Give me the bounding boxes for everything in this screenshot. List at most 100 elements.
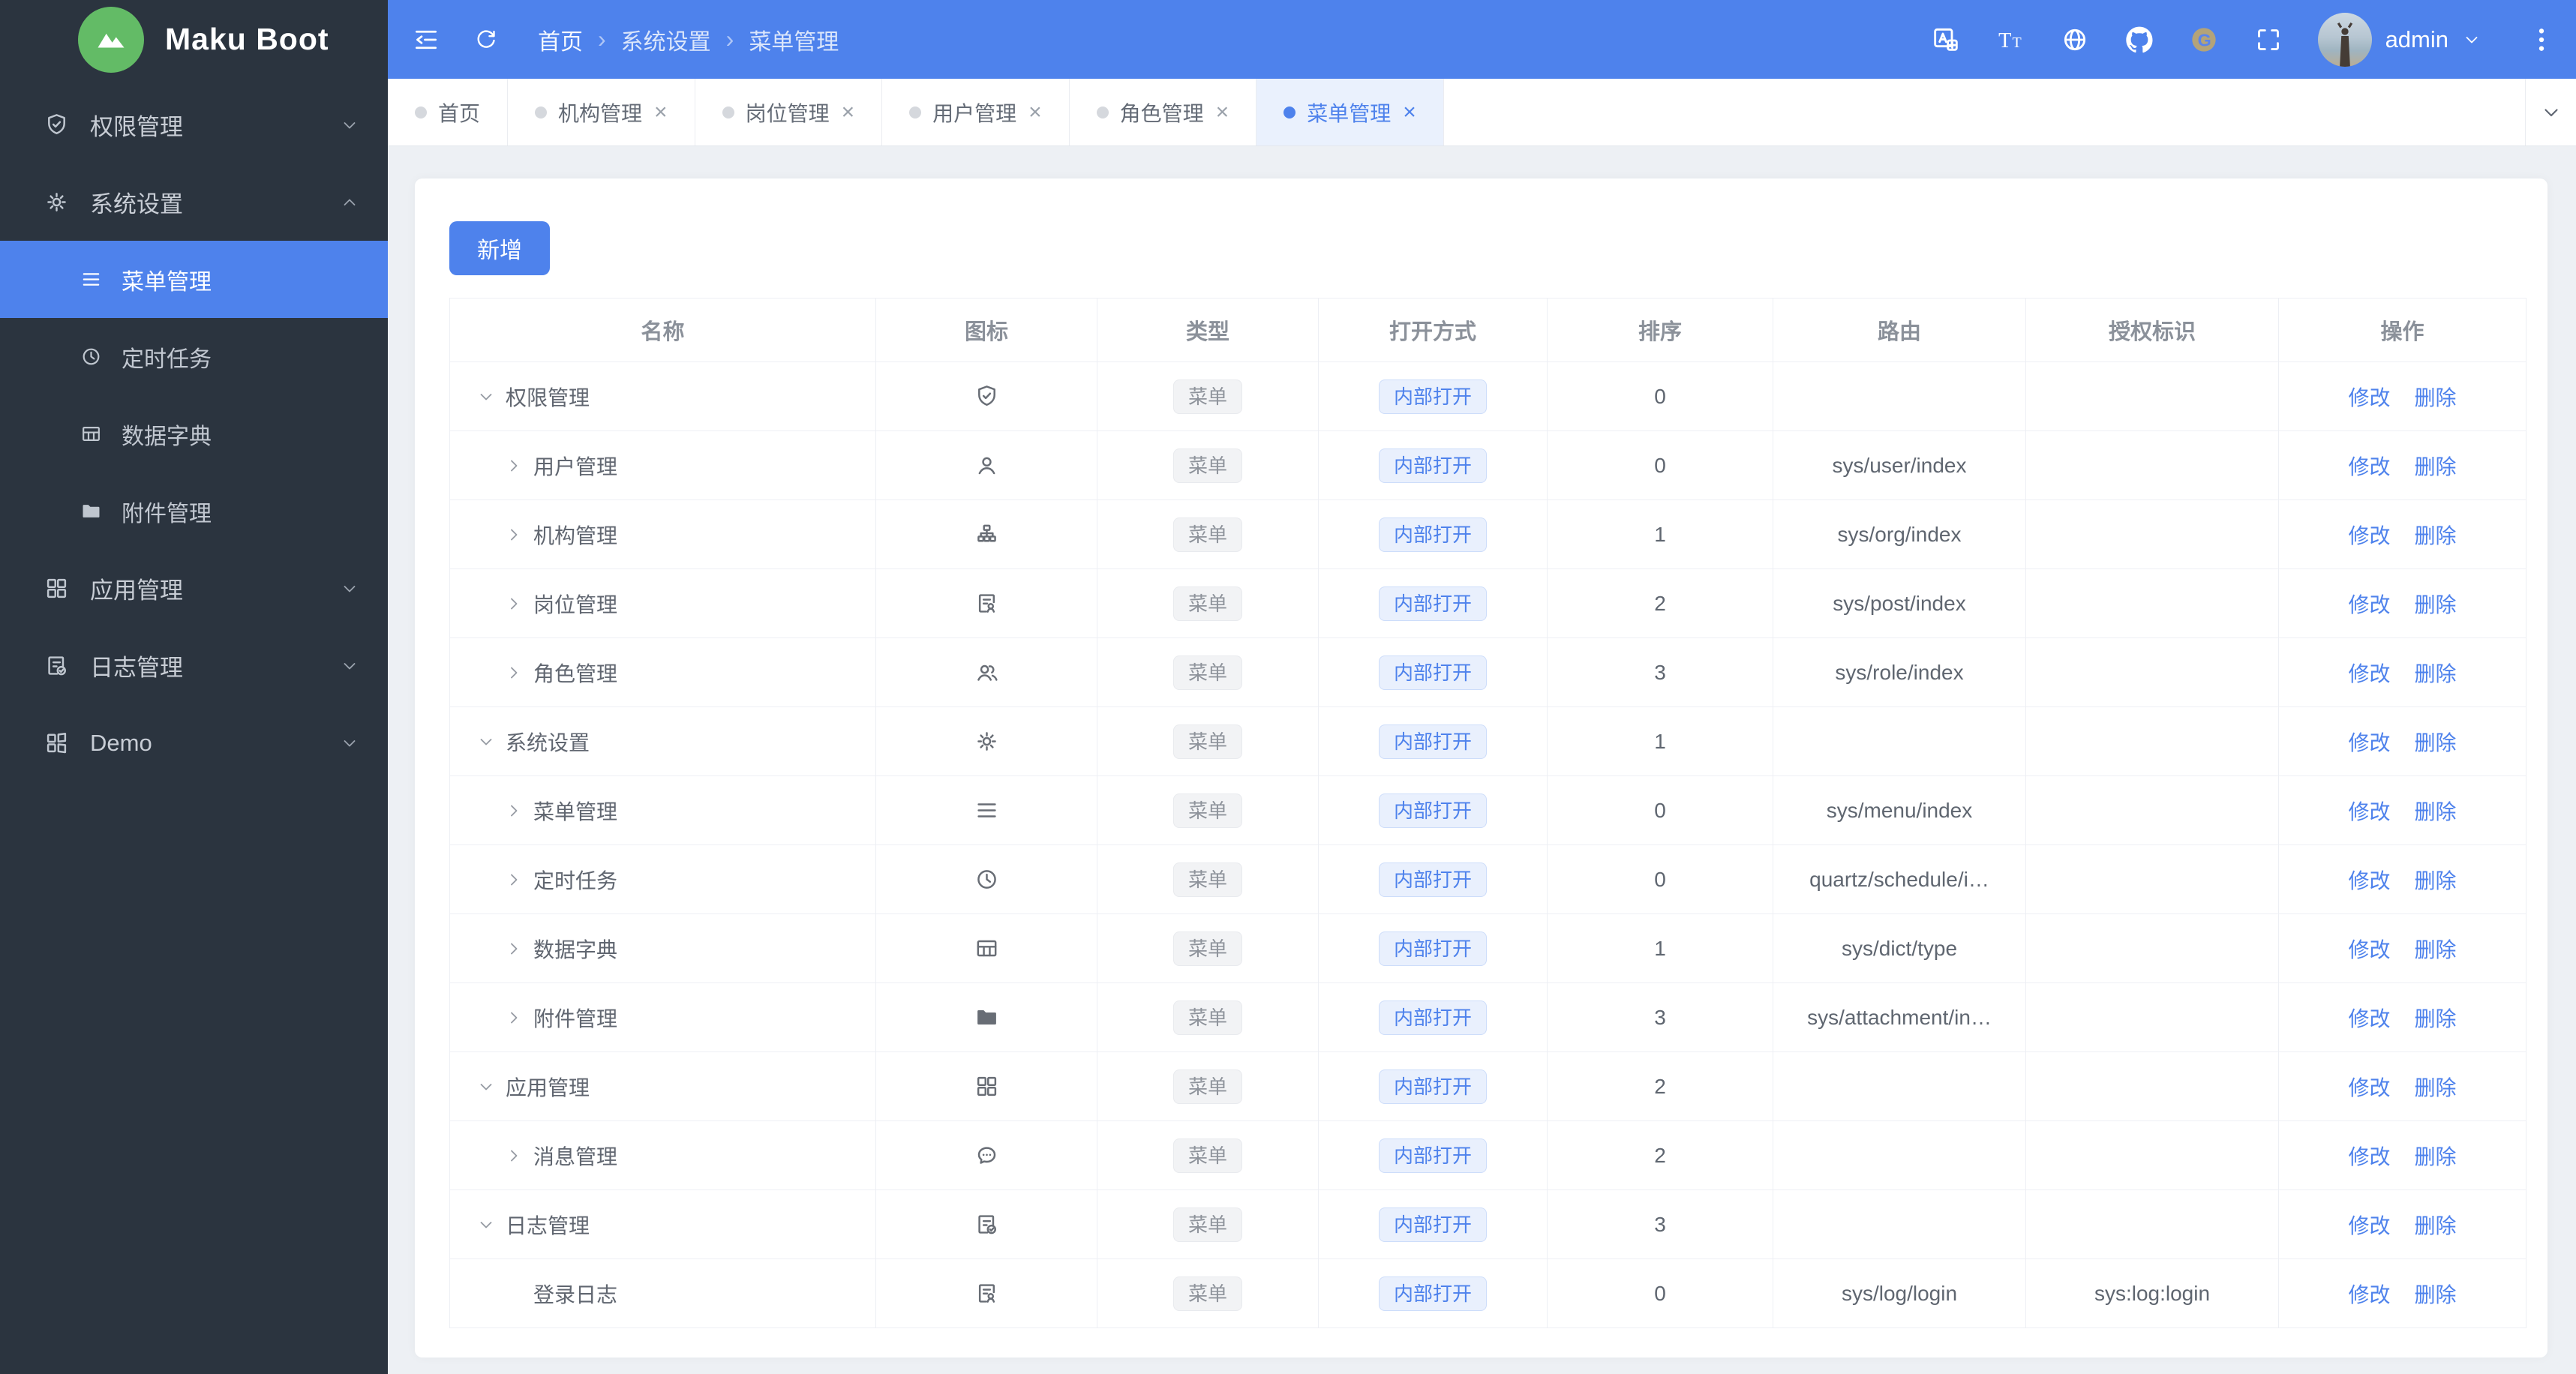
tab-close-icon[interactable]: × xyxy=(842,100,855,124)
shield-check-icon xyxy=(44,112,70,138)
tab-3[interactable]: 用户管理 × xyxy=(882,79,1070,146)
gitee-icon[interactable] xyxy=(2189,25,2219,55)
menu-name: 日志管理 xyxy=(506,1214,590,1238)
name-cell-content: 权限管理 xyxy=(450,382,875,412)
sidebar-item-5[interactable]: 附件管理 xyxy=(0,472,388,550)
chevron-right-icon[interactable] xyxy=(504,1146,524,1166)
sort-cell: 0 xyxy=(1547,844,1773,914)
name-cell: 系统设置 xyxy=(449,706,876,776)
edit-link[interactable]: 修改 xyxy=(2348,1003,2390,1033)
name-cell-content: 登录日志 xyxy=(450,1279,875,1309)
icon-cell xyxy=(875,638,1097,707)
tabs-dropdown-button[interactable] xyxy=(2525,79,2576,146)
chevron-right-icon[interactable] xyxy=(504,801,524,820)
chevron-right-icon[interactable] xyxy=(504,1008,524,1028)
translate-icon[interactable] xyxy=(1931,25,1961,55)
sidebar-item-label: 定时任务 xyxy=(122,346,212,372)
table-row: 角色管理 菜单 内部打开 3 sys/role/index 修改 删除 xyxy=(449,638,2526,707)
sidebar-item-1[interactable]: 系统设置 xyxy=(0,164,388,241)
edit-link[interactable]: 修改 xyxy=(2348,382,2390,412)
tab-4[interactable]: 角色管理 × xyxy=(1070,79,1257,146)
delete-link[interactable]: 删除 xyxy=(2415,382,2457,412)
chevron-right-icon[interactable] xyxy=(504,870,524,890)
fullscreen-icon[interactable] xyxy=(2253,25,2283,55)
tab-close-icon[interactable]: × xyxy=(1403,100,1416,124)
delete-link[interactable]: 删除 xyxy=(2415,451,2457,481)
globe-icon[interactable] xyxy=(2060,25,2090,55)
sidebar-item-2[interactable]: 菜单管理 xyxy=(0,241,388,318)
edit-link[interactable]: 修改 xyxy=(2348,727,2390,757)
name-cell-content: 机构管理 xyxy=(450,520,875,550)
delete-link[interactable]: 删除 xyxy=(2415,934,2457,964)
edit-link[interactable]: 修改 xyxy=(2348,589,2390,619)
edit-link[interactable]: 修改 xyxy=(2348,1210,2390,1240)
sidebar-item-3[interactable]: 定时任务 xyxy=(0,318,388,395)
sidebar-item-4[interactable]: 数据字典 xyxy=(0,395,388,472)
chevron-down-icon[interactable] xyxy=(476,1215,496,1234)
actions-cell: 修改 删除 xyxy=(2278,706,2526,776)
row-actions: 修改 删除 xyxy=(2348,1003,2456,1033)
chevron-down-icon[interactable] xyxy=(476,387,496,406)
delete-link[interactable]: 删除 xyxy=(2415,865,2457,895)
tab-close-icon[interactable]: × xyxy=(654,100,668,124)
sort-cell: 1 xyxy=(1547,914,1773,983)
delete-link[interactable]: 删除 xyxy=(2415,1003,2457,1033)
delete-link[interactable]: 删除 xyxy=(2415,796,2457,826)
sidebar-item-8[interactable]: Demo xyxy=(0,704,388,782)
tab-0[interactable]: 首页 xyxy=(388,79,509,146)
sort-value: 0 xyxy=(1654,798,1666,822)
route-cell xyxy=(1773,1052,2026,1121)
auth-cell xyxy=(2025,706,2279,776)
tab-close-icon[interactable]: × xyxy=(1216,100,1229,124)
delete-link[interactable]: 删除 xyxy=(2415,1072,2457,1102)
more-options-button[interactable] xyxy=(2526,25,2556,55)
delete-link[interactable]: 删除 xyxy=(2415,520,2457,550)
chevron-right-icon[interactable] xyxy=(504,939,524,958)
refresh-button[interactable] xyxy=(473,27,499,52)
name-cell: 附件管理 xyxy=(449,982,876,1052)
delete-link[interactable]: 删除 xyxy=(2415,1210,2457,1240)
delete-link[interactable]: 删除 xyxy=(2415,1279,2457,1309)
sort-value: 0 xyxy=(1654,453,1666,477)
font-size-icon[interactable] xyxy=(1995,25,2025,55)
sort-value: 0 xyxy=(1654,867,1666,891)
sidebar-item-7[interactable]: 日志管理 xyxy=(0,627,388,704)
tab-2[interactable]: 岗位管理 × xyxy=(695,79,883,146)
name-cell: 登录日志 xyxy=(449,1258,876,1328)
document-check-icon xyxy=(44,652,70,679)
tab-5[interactable]: 菜单管理 × xyxy=(1256,79,1444,146)
route-value: quartz/schedule/i… xyxy=(1809,867,1989,891)
sidebar-item-0[interactable]: 权限管理 xyxy=(0,86,388,164)
edit-link[interactable]: 修改 xyxy=(2348,1279,2390,1309)
edit-link[interactable]: 修改 xyxy=(2348,1141,2390,1171)
delete-link[interactable]: 删除 xyxy=(2415,589,2457,619)
delete-link[interactable]: 删除 xyxy=(2415,727,2457,757)
edit-link[interactable]: 修改 xyxy=(2348,865,2390,895)
sidebar-item-label: 日志管理 xyxy=(90,655,183,681)
auth-cell: sys:log:login xyxy=(2025,1258,2279,1328)
auth-value: sys:log:login xyxy=(2094,1281,2211,1305)
delete-link[interactable]: 删除 xyxy=(2415,1141,2457,1171)
chevron-down-icon[interactable] xyxy=(476,732,496,752)
tab-1[interactable]: 机构管理 × xyxy=(508,79,695,146)
edit-link[interactable]: 修改 xyxy=(2348,934,2390,964)
sidebar-item-6[interactable]: 应用管理 xyxy=(0,550,388,627)
collapse-sidebar-button[interactable] xyxy=(412,26,440,54)
user-menu[interactable]: admin xyxy=(2317,12,2481,67)
delete-link[interactable]: 删除 xyxy=(2415,658,2457,688)
edit-link[interactable]: 修改 xyxy=(2348,451,2390,481)
edit-link[interactable]: 修改 xyxy=(2348,520,2390,550)
breadcrumb-home[interactable]: 首页 xyxy=(538,23,583,56)
edit-link[interactable]: 修改 xyxy=(2348,796,2390,826)
chevron-right-icon[interactable] xyxy=(504,525,524,544)
edit-link[interactable]: 修改 xyxy=(2348,1072,2390,1102)
add-button[interactable]: 新增 xyxy=(449,221,550,275)
edit-link[interactable]: 修改 xyxy=(2348,658,2390,688)
github-icon[interactable] xyxy=(2124,25,2154,55)
chevron-down-icon[interactable] xyxy=(476,1077,496,1096)
column-header: 路由 xyxy=(1773,298,2026,362)
chevron-right-icon[interactable] xyxy=(504,663,524,682)
chevron-right-icon[interactable] xyxy=(504,456,524,476)
tab-close-icon[interactable]: × xyxy=(1028,100,1042,124)
chevron-right-icon[interactable] xyxy=(504,594,524,614)
